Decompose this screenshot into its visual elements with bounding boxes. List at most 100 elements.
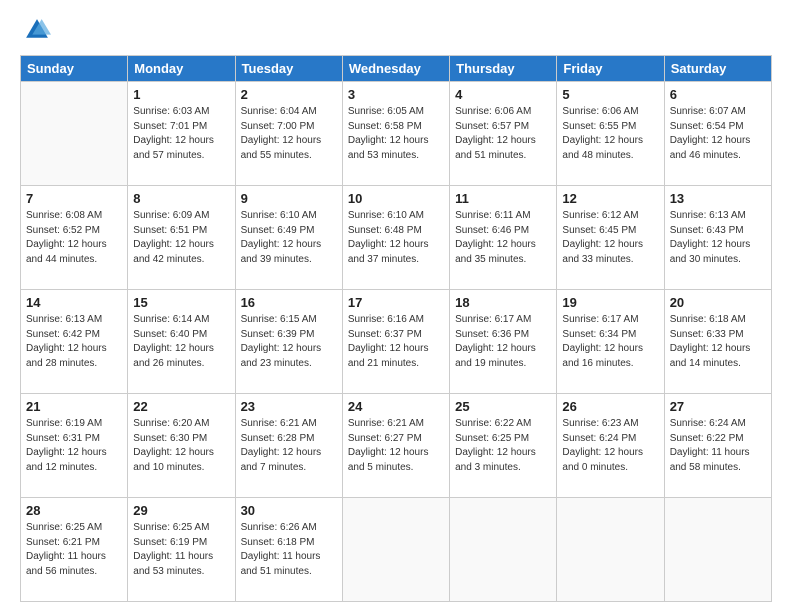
day-number: 11 [455, 190, 551, 208]
calendar-day-cell: 19Sunrise: 6:17 AMSunset: 6:34 PMDayligh… [557, 290, 664, 394]
day-info: Sunrise: 6:06 AMSunset: 6:55 PMDaylight:… [562, 105, 658, 163]
day-number: 21 [26, 398, 122, 416]
day-number: 15 [133, 294, 229, 312]
day-info: Sunrise: 6:21 AMSunset: 6:27 PMDaylight:… [348, 417, 444, 475]
day-info: Sunrise: 6:21 AMSunset: 6:28 PMDaylight:… [241, 417, 337, 475]
calendar-day-cell: 23Sunrise: 6:21 AMSunset: 6:28 PMDayligh… [235, 394, 342, 498]
calendar-day-cell [664, 498, 771, 602]
day-number: 18 [455, 294, 551, 312]
day-number: 8 [133, 190, 229, 208]
day-info: Sunrise: 6:19 AMSunset: 6:31 PMDaylight:… [26, 417, 122, 475]
day-number: 4 [455, 86, 551, 104]
calendar-day-cell: 1Sunrise: 6:03 AMSunset: 7:01 PMDaylight… [128, 82, 235, 186]
calendar-day-cell: 16Sunrise: 6:15 AMSunset: 6:39 PMDayligh… [235, 290, 342, 394]
calendar-day-cell: 21Sunrise: 6:19 AMSunset: 6:31 PMDayligh… [21, 394, 128, 498]
calendar-day-cell [342, 498, 449, 602]
day-info: Sunrise: 6:10 AMSunset: 6:49 PMDaylight:… [241, 209, 337, 267]
day-number: 7 [26, 190, 122, 208]
calendar-day-cell [557, 498, 664, 602]
day-info: Sunrise: 6:18 AMSunset: 6:33 PMDaylight:… [670, 313, 766, 371]
calendar-week-row: 14Sunrise: 6:13 AMSunset: 6:42 PMDayligh… [21, 290, 772, 394]
calendar-day-header: Monday [128, 56, 235, 82]
day-number: 10 [348, 190, 444, 208]
day-info: Sunrise: 6:13 AMSunset: 6:42 PMDaylight:… [26, 313, 122, 371]
calendar-day-header: Wednesday [342, 56, 449, 82]
day-info: Sunrise: 6:11 AMSunset: 6:46 PMDaylight:… [455, 209, 551, 267]
calendar-table: SundayMondayTuesdayWednesdayThursdayFrid… [20, 55, 772, 602]
day-info: Sunrise: 6:23 AMSunset: 6:24 PMDaylight:… [562, 417, 658, 475]
day-info: Sunrise: 6:14 AMSunset: 6:40 PMDaylight:… [133, 313, 229, 371]
calendar-day-cell: 6Sunrise: 6:07 AMSunset: 6:54 PMDaylight… [664, 82, 771, 186]
day-number: 12 [562, 190, 658, 208]
calendar-day-cell: 12Sunrise: 6:12 AMSunset: 6:45 PMDayligh… [557, 186, 664, 290]
day-info: Sunrise: 6:22 AMSunset: 6:25 PMDaylight:… [455, 417, 551, 475]
calendar-day-cell: 22Sunrise: 6:20 AMSunset: 6:30 PMDayligh… [128, 394, 235, 498]
calendar-day-header: Tuesday [235, 56, 342, 82]
calendar-day-cell [450, 498, 557, 602]
calendar-day-cell: 15Sunrise: 6:14 AMSunset: 6:40 PMDayligh… [128, 290, 235, 394]
calendar-day-cell: 10Sunrise: 6:10 AMSunset: 6:48 PMDayligh… [342, 186, 449, 290]
calendar-day-cell [21, 82, 128, 186]
day-info: Sunrise: 6:26 AMSunset: 6:18 PMDaylight:… [241, 521, 337, 579]
calendar-day-cell: 8Sunrise: 6:09 AMSunset: 6:51 PMDaylight… [128, 186, 235, 290]
day-info: Sunrise: 6:15 AMSunset: 6:39 PMDaylight:… [241, 313, 337, 371]
calendar-week-row: 21Sunrise: 6:19 AMSunset: 6:31 PMDayligh… [21, 394, 772, 498]
day-info: Sunrise: 6:24 AMSunset: 6:22 PMDaylight:… [670, 417, 766, 475]
calendar-day-cell: 13Sunrise: 6:13 AMSunset: 6:43 PMDayligh… [664, 186, 771, 290]
calendar-day-cell: 30Sunrise: 6:26 AMSunset: 6:18 PMDayligh… [235, 498, 342, 602]
calendar-day-cell: 24Sunrise: 6:21 AMSunset: 6:27 PMDayligh… [342, 394, 449, 498]
day-info: Sunrise: 6:17 AMSunset: 6:34 PMDaylight:… [562, 313, 658, 371]
calendar-day-cell: 20Sunrise: 6:18 AMSunset: 6:33 PMDayligh… [664, 290, 771, 394]
day-info: Sunrise: 6:06 AMSunset: 6:57 PMDaylight:… [455, 105, 551, 163]
day-info: Sunrise: 6:08 AMSunset: 6:52 PMDaylight:… [26, 209, 122, 267]
day-number: 5 [562, 86, 658, 104]
calendar-day-header: Friday [557, 56, 664, 82]
day-number: 23 [241, 398, 337, 416]
day-number: 26 [562, 398, 658, 416]
calendar-day-cell: 2Sunrise: 6:04 AMSunset: 7:00 PMDaylight… [235, 82, 342, 186]
calendar-day-cell: 17Sunrise: 6:16 AMSunset: 6:37 PMDayligh… [342, 290, 449, 394]
day-number: 13 [670, 190, 766, 208]
day-number: 29 [133, 502, 229, 520]
day-info: Sunrise: 6:03 AMSunset: 7:01 PMDaylight:… [133, 105, 229, 163]
day-number: 3 [348, 86, 444, 104]
calendar-day-cell: 5Sunrise: 6:06 AMSunset: 6:55 PMDaylight… [557, 82, 664, 186]
calendar-header-row: SundayMondayTuesdayWednesdayThursdayFrid… [21, 56, 772, 82]
day-info: Sunrise: 6:16 AMSunset: 6:37 PMDaylight:… [348, 313, 444, 371]
day-info: Sunrise: 6:17 AMSunset: 6:36 PMDaylight:… [455, 313, 551, 371]
day-number: 25 [455, 398, 551, 416]
day-number: 17 [348, 294, 444, 312]
day-number: 27 [670, 398, 766, 416]
calendar-day-cell: 28Sunrise: 6:25 AMSunset: 6:21 PMDayligh… [21, 498, 128, 602]
day-number: 6 [670, 86, 766, 104]
calendar-week-row: 1Sunrise: 6:03 AMSunset: 7:01 PMDaylight… [21, 82, 772, 186]
day-info: Sunrise: 6:05 AMSunset: 6:58 PMDaylight:… [348, 105, 444, 163]
logo-icon [23, 16, 51, 44]
day-info: Sunrise: 6:12 AMSunset: 6:45 PMDaylight:… [562, 209, 658, 267]
day-number: 9 [241, 190, 337, 208]
calendar-day-cell: 3Sunrise: 6:05 AMSunset: 6:58 PMDaylight… [342, 82, 449, 186]
day-info: Sunrise: 6:13 AMSunset: 6:43 PMDaylight:… [670, 209, 766, 267]
day-number: 22 [133, 398, 229, 416]
day-number: 2 [241, 86, 337, 104]
calendar-day-header: Saturday [664, 56, 771, 82]
day-number: 20 [670, 294, 766, 312]
calendar-day-cell: 11Sunrise: 6:11 AMSunset: 6:46 PMDayligh… [450, 186, 557, 290]
calendar-week-row: 28Sunrise: 6:25 AMSunset: 6:21 PMDayligh… [21, 498, 772, 602]
day-number: 30 [241, 502, 337, 520]
day-info: Sunrise: 6:25 AMSunset: 6:21 PMDaylight:… [26, 521, 122, 579]
day-info: Sunrise: 6:25 AMSunset: 6:19 PMDaylight:… [133, 521, 229, 579]
day-number: 14 [26, 294, 122, 312]
calendar-day-cell: 7Sunrise: 6:08 AMSunset: 6:52 PMDaylight… [21, 186, 128, 290]
day-info: Sunrise: 6:09 AMSunset: 6:51 PMDaylight:… [133, 209, 229, 267]
day-number: 16 [241, 294, 337, 312]
calendar-day-cell: 27Sunrise: 6:24 AMSunset: 6:22 PMDayligh… [664, 394, 771, 498]
day-info: Sunrise: 6:10 AMSunset: 6:48 PMDaylight:… [348, 209, 444, 267]
calendar-day-cell: 4Sunrise: 6:06 AMSunset: 6:57 PMDaylight… [450, 82, 557, 186]
calendar-week-row: 7Sunrise: 6:08 AMSunset: 6:52 PMDaylight… [21, 186, 772, 290]
calendar-day-cell: 18Sunrise: 6:17 AMSunset: 6:36 PMDayligh… [450, 290, 557, 394]
day-number: 24 [348, 398, 444, 416]
calendar-day-cell: 26Sunrise: 6:23 AMSunset: 6:24 PMDayligh… [557, 394, 664, 498]
day-info: Sunrise: 6:04 AMSunset: 7:00 PMDaylight:… [241, 105, 337, 163]
calendar-day-header: Sunday [21, 56, 128, 82]
